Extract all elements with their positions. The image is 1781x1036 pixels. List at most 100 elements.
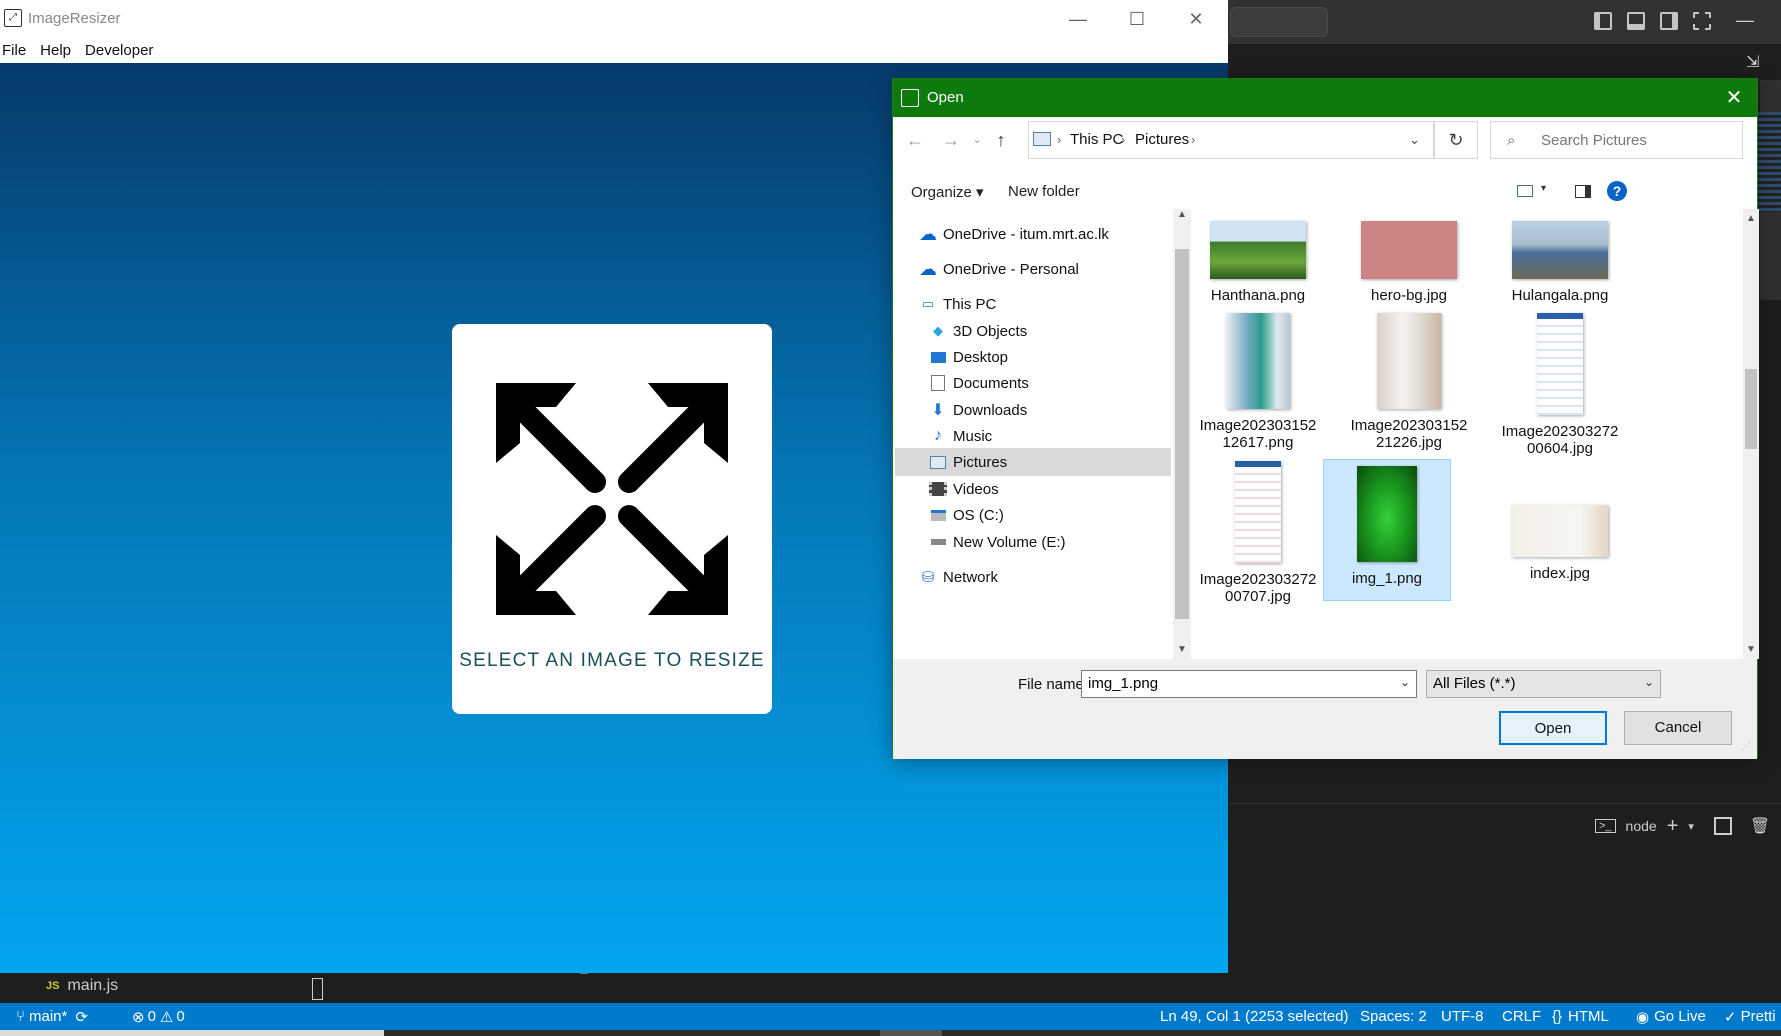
open-button[interactable]: Open xyxy=(1499,711,1607,745)
close-icon[interactable]: ✕ xyxy=(1176,6,1216,32)
chevron-down-icon[interactable]: ▾ xyxy=(1541,183,1546,194)
file-item-hero-bg[interactable]: hero-bg.jpg xyxy=(1344,221,1474,304)
file-list-scroll-thumb[interactable] xyxy=(1745,369,1757,449)
prettier-status[interactable]: ✓ Pretti xyxy=(1724,1003,1776,1030)
music-icon: ♪ xyxy=(934,427,942,444)
error-icon: ⊗ xyxy=(132,1008,145,1026)
nav-scroll-thumb[interactable] xyxy=(1175,249,1189,619)
up-arrow-icon[interactable]: ↑ xyxy=(989,128,1013,152)
menu-file[interactable]: File xyxy=(2,42,26,59)
back-arrow-icon[interactable]: ← xyxy=(903,128,927,152)
minimize-icon[interactable]: — xyxy=(1058,6,1098,32)
search-box[interactable]: ⌕ Search Pictures xyxy=(1490,121,1743,159)
nav-item-onedrive-personal[interactable]: ☁ OneDrive - Personal xyxy=(895,255,1171,283)
help-icon[interactable]: ? xyxy=(1607,181,1627,201)
maximize-icon[interactable]: ☐ xyxy=(1117,6,1157,32)
chevron-down-icon[interactable]: ⌄ xyxy=(1400,675,1410,689)
minimize-icon[interactable]: — xyxy=(1736,10,1754,31)
select-image-card[interactable]: SELECT AN IMAGE TO RESIZE xyxy=(452,324,772,714)
branch-indicator[interactable]: ⑂ main* ⟳ xyxy=(16,1003,88,1030)
nav-item-3d-objects[interactable]: ◆ 3D Objects xyxy=(895,317,1171,345)
trash-icon[interactable]: 🗑 xyxy=(1750,816,1770,836)
close-icon[interactable]: ✕ xyxy=(1719,85,1749,111)
scroll-up-icon[interactable]: ▲ xyxy=(1746,213,1756,224)
file-item-image-12617[interactable]: Image202303152 12617.png xyxy=(1193,313,1323,451)
new-folder-button[interactable]: New folder xyxy=(1008,183,1080,200)
file-thumbnail xyxy=(1361,221,1457,279)
terminal-shell-name[interactable]: node xyxy=(1626,818,1657,834)
menu-help[interactable]: Help xyxy=(40,42,71,59)
braces-icon: {} xyxy=(1552,1008,1563,1025)
nav-item-documents[interactable]: Documents xyxy=(895,369,1171,397)
forward-arrow-icon[interactable]: → xyxy=(939,128,963,152)
open-changes-icon[interactable]: ⇲ xyxy=(1746,52,1768,74)
desktop-icon xyxy=(929,349,947,365)
explorer-file-label: main.js xyxy=(67,977,119,994)
file-item-image-21226[interactable]: Image202303152 21226.jpg xyxy=(1344,313,1474,451)
breadcrumb-separator: › xyxy=(1057,132,1062,147)
scroll-down-icon[interactable]: ▼ xyxy=(1177,644,1187,655)
command-center[interactable] xyxy=(1230,7,1328,37)
encoding[interactable]: UTF-8 xyxy=(1441,1003,1484,1030)
customize-layout-icon[interactable] xyxy=(1693,12,1711,30)
breadcrumb-this-pc[interactable]: This PC xyxy=(1070,131,1123,148)
videos-icon xyxy=(929,481,947,497)
toggle-panel-icon[interactable] xyxy=(1627,12,1645,30)
menu-developer[interactable]: Developer xyxy=(85,42,153,59)
nav-item-pictures[interactable]: Pictures xyxy=(895,448,1171,476)
chevron-down-icon[interactable]: ▾ xyxy=(1688,820,1694,833)
scroll-up-icon[interactable]: ▲ xyxy=(1177,209,1187,220)
nav-item-downloads[interactable]: ⬇ Downloads xyxy=(895,396,1171,424)
recent-locations-chevron-icon[interactable]: ⌄ xyxy=(965,128,989,152)
cancel-button[interactable]: Cancel xyxy=(1624,711,1732,745)
new-terminal-icon[interactable]: + xyxy=(1667,815,1679,838)
file-item-image-00707[interactable]: Image202303272 00707.jpg xyxy=(1193,461,1323,605)
language-mode[interactable]: {} HTML xyxy=(1552,1003,1609,1030)
sync-icon[interactable]: ⟳ xyxy=(75,1008,88,1026)
file-item-hulangala[interactable]: Hulangala.png xyxy=(1495,221,1625,304)
nav-item-music[interactable]: ♪ Music xyxy=(895,422,1171,450)
check-double-icon: ✓ xyxy=(1724,1008,1737,1026)
preview-pane-icon[interactable] xyxy=(1575,185,1591,198)
scroll-down-icon[interactable]: ▼ xyxy=(1746,644,1756,655)
file-type-select[interactable]: All Files (*.*) ⌄ xyxy=(1426,670,1661,698)
nav-item-onedrive-itum[interactable]: ☁ OneDrive - itum.mrt.ac.lk xyxy=(895,220,1171,248)
nav-item-this-pc[interactable]: ▭ This PC xyxy=(895,290,1171,318)
chevron-down-icon[interactable]: ⌄ xyxy=(1409,132,1420,148)
file-item-index[interactable]: index.jpg xyxy=(1495,505,1625,582)
problems-indicator[interactable]: ⊗ 0 ⚠ 0 xyxy=(132,1003,185,1030)
file-item-image-00604[interactable]: Image202303272 00604.jpg xyxy=(1495,313,1625,457)
resize-grip-icon[interactable]: ⋰ xyxy=(1741,741,1753,753)
toggle-secondary-sidebar-icon[interactable] xyxy=(1660,12,1678,30)
refresh-icon[interactable]: ↻ xyxy=(1434,121,1478,159)
nav-item-new-volume-e[interactable]: New Volume (E:) xyxy=(895,528,1171,556)
nav-item-network[interactable]: ⛁ Network xyxy=(895,563,1171,591)
file-item-img-1[interactable]: img_1.png xyxy=(1323,459,1451,601)
search-input[interactable]: Search Pictures xyxy=(1541,132,1647,149)
breadcrumb-pictures[interactable]: Pictures xyxy=(1135,131,1189,148)
breadcrumb-separator: › xyxy=(1121,132,1126,147)
view-options-icon[interactable] xyxy=(1517,185,1533,197)
expand-arrows-icon xyxy=(496,383,728,615)
file-item-hanthana[interactable]: Hanthana.png xyxy=(1193,221,1323,304)
file-type-value: All Files (*.*) xyxy=(1433,675,1516,692)
toggle-sidebar-icon[interactable] xyxy=(1594,12,1612,30)
file-thumbnail xyxy=(1537,313,1583,415)
nav-item-desktop[interactable]: Desktop xyxy=(895,343,1171,371)
address-bar[interactable]: › This PC › Pictures › ⌄ xyxy=(1028,121,1434,159)
nav-item-videos[interactable]: Videos xyxy=(895,475,1171,503)
file-thumbnail xyxy=(1357,466,1417,562)
file-name-input[interactable]: img_1.png ⌄ xyxy=(1081,670,1417,698)
nav-item-os-c[interactable]: OS (C:) xyxy=(895,501,1171,529)
organize-button[interactable]: Organize ▾ xyxy=(911,183,984,201)
cursor-position[interactable]: Ln 49, Col 1 (2253 selected) xyxy=(1160,1003,1348,1030)
file-name: index.jpg xyxy=(1529,565,1591,582)
go-live-button[interactable]: ◉ Go Live xyxy=(1636,1003,1706,1030)
indentation[interactable]: Spaces: 2 xyxy=(1360,1003,1427,1030)
end-of-line[interactable]: CRLF xyxy=(1502,1003,1541,1030)
split-terminal-icon[interactable] xyxy=(1713,817,1732,835)
file-thumbnail xyxy=(1512,221,1608,279)
explorer-file-main-js[interactable]: JS main.js xyxy=(0,968,290,1004)
3d-objects-icon: ◆ xyxy=(933,323,943,338)
terminal-icon[interactable]: >_ xyxy=(1595,819,1616,833)
